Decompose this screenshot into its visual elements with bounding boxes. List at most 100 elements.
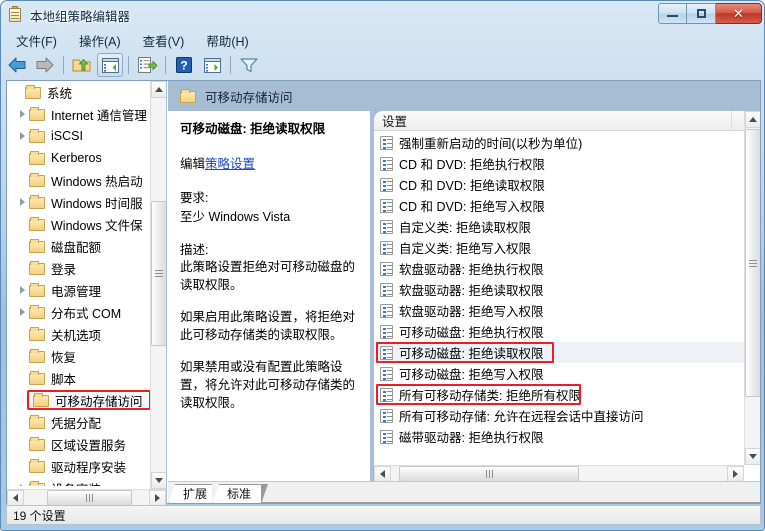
settings-list-row[interactable]: 所有可移动存储: 允许在远程会话中直接访问 — [374, 405, 744, 426]
tree-item[interactable]: 系统 — [7, 81, 151, 103]
tree-item[interactable]: 登录 — [7, 257, 151, 279]
console-tree-pane: 系统 Internet 通信管理 iSCSI Kerberos Windows 热启动 W… — [7, 81, 167, 505]
tree-scroll-thumb[interactable] — [151, 201, 166, 346]
tree-item[interactable]: 可移动存储访问 — [7, 389, 151, 411]
settings-list-row[interactable]: 可移动磁盘: 拒绝写入权限 — [374, 363, 744, 384]
settings-list-row[interactable]: CD 和 DVD: 拒绝写入权限 — [374, 195, 744, 216]
settings-list-row[interactable]: CD 和 DVD: 拒绝读取权限 — [374, 174, 744, 195]
policy-setting-icon — [380, 429, 393, 444]
settings-list-row[interactable]: 软盘驱动器: 拒绝写入权限 — [374, 300, 744, 321]
expander-triangle-icon[interactable] — [15, 125, 29, 147]
edit-prefix-label: 编辑 — [180, 157, 206, 171]
list-scroll-up-button[interactable] — [745, 111, 760, 128]
list-hscroll-thumb[interactable] — [399, 466, 579, 481]
tree-scroll-left-button[interactable] — [7, 490, 24, 505]
help-icon[interactable]: ? — [171, 53, 197, 77]
folder-icon — [29, 151, 46, 165]
tree-item[interactable]: 关机选项 — [7, 323, 151, 345]
folder-icon — [29, 261, 46, 275]
settings-list-row[interactable]: 强制重新启动的时间(以秒为单位) — [374, 132, 744, 153]
expander-triangle-icon[interactable] — [15, 301, 29, 323]
tree-scroll-right-button[interactable] — [149, 490, 166, 505]
tree-item-label: Windows 文件保 — [51, 218, 143, 233]
tree-item[interactable]: Windows 文件保 — [7, 213, 151, 235]
tree-hscroll-thumb[interactable] — [47, 490, 132, 505]
tree-item[interactable]: 电源管理 — [7, 279, 151, 301]
expander-triangle-icon[interactable] — [15, 279, 29, 301]
list-horizontal-scrollbar[interactable] — [374, 465, 744, 481]
tree-item[interactable]: 磁盘配额 — [7, 235, 151, 257]
tree-item[interactable]: 分布式 COM — [7, 301, 151, 323]
tree-item[interactable]: Kerberos — [7, 147, 151, 169]
tree-item[interactable]: iSCSI — [7, 125, 151, 147]
folder-icon — [29, 349, 46, 363]
tree-item[interactable]: 凭据分配 — [7, 411, 151, 433]
description-paragraph-3: 如果禁用或没有配置此策略设置，将允许对此可移动存储类的读取权限。 — [180, 360, 356, 410]
tab-extended[interactable]: 扩展 — [168, 484, 225, 504]
tree-item[interactable]: 驱动程序安装 — [7, 455, 151, 477]
maximize-button[interactable] — [687, 3, 716, 24]
settings-list-row-label: CD 和 DVD: 拒绝执行权限 — [399, 158, 545, 172]
extended-description-pane: 可移动磁盘: 拒绝读取权限 编辑策略设置 要求: 至少 Windows Vist… — [168, 111, 370, 481]
column-header-setting[interactable]: 设置 — [374, 111, 732, 131]
tree-item[interactable]: 区域设置服务 — [7, 433, 151, 455]
settings-list-row[interactable]: 所有可移动存储类: 拒绝所有权限 — [374, 384, 744, 405]
policy-setting-icon — [380, 324, 393, 339]
menu-file[interactable]: 文件(F) — [7, 29, 66, 52]
toolbar-separator — [63, 56, 64, 74]
export-list-icon[interactable] — [134, 53, 160, 77]
settings-list-row-label: 软盘驱动器: 拒绝写入权限 — [399, 305, 544, 319]
tree-horizontal-scrollbar[interactable] — [7, 489, 166, 505]
tree-scroll-up-button[interactable] — [151, 81, 166, 98]
policy-setting-icon — [380, 345, 393, 360]
tree-item[interactable]: Windows 时间服 — [7, 191, 151, 213]
folder-icon — [29, 239, 46, 253]
tree-scroll-down-button[interactable] — [151, 472, 166, 489]
expander-triangle-icon[interactable] — [15, 103, 29, 125]
tab-standard[interactable]: 标准 — [212, 484, 269, 504]
tree-vertical-scrollbar[interactable] — [150, 81, 166, 489]
up-folder-icon[interactable] — [69, 53, 95, 77]
policy-setting-icon — [380, 219, 393, 234]
policy-setting-link[interactable]: 策略设置 — [205, 157, 255, 171]
expander-triangle-icon[interactable] — [15, 191, 29, 213]
menu-action[interactable]: 操作(A) — [70, 29, 130, 52]
tree-item[interactable]: Internet 通信管理 — [7, 103, 151, 125]
toolbar: ? — [3, 51, 764, 79]
show-tree-icon[interactable] — [97, 53, 123, 77]
policy-setting-icon — [380, 240, 393, 255]
settings-list-row[interactable]: CD 和 DVD: 拒绝执行权限 — [374, 153, 744, 174]
tree-item[interactable]: Windows 热启动 — [7, 169, 151, 191]
settings-list-row-label: 自定义类: 拒绝写入权限 — [399, 242, 531, 256]
settings-list-row[interactable]: 软盘驱动器: 拒绝执行权限 — [374, 258, 744, 279]
settings-list-row[interactable]: 软盘驱动器: 拒绝读取权限 — [374, 279, 744, 300]
expander-placeholder — [15, 433, 29, 455]
settings-list-row[interactable]: 磁带驱动器: 拒绝执行权限 — [374, 426, 744, 447]
list-scroll-thumb[interactable] — [745, 129, 760, 397]
tree-item[interactable]: 恢复 — [7, 345, 151, 367]
settings-list-row[interactable]: 可移动磁盘: 拒绝执行权限 — [374, 321, 744, 342]
list-scroll-right-button[interactable] — [727, 466, 744, 481]
settings-list-row[interactable]: 自定义类: 拒绝读取权限 — [374, 216, 744, 237]
close-button[interactable]: ✕ — [716, 3, 762, 24]
show-details-icon[interactable] — [199, 53, 225, 77]
list-scroll-down-button[interactable] — [745, 448, 760, 465]
tree-item-label: Internet 通信管理 — [51, 108, 147, 123]
settings-list-row-label: 可移动磁盘: 拒绝执行权限 — [399, 326, 544, 340]
minimize-button[interactable] — [658, 3, 687, 24]
settings-list-row[interactable]: 自定义类: 拒绝写入权限 — [374, 237, 744, 258]
list-scroll-left-button[interactable] — [374, 466, 391, 481]
tree-item-label: 恢复 — [51, 350, 77, 365]
list-vertical-scrollbar[interactable] — [744, 111, 760, 465]
policy-setting-icon — [380, 408, 393, 423]
tree-item[interactable]: 设备安装 — [7, 477, 151, 486]
menu-help[interactable]: 帮助(H) — [197, 29, 257, 52]
settings-list-row-label: CD 和 DVD: 拒绝写入权限 — [399, 200, 545, 214]
settings-list-row[interactable]: 可移动磁盘: 拒绝读取权限 — [374, 342, 744, 363]
filter-icon[interactable] — [236, 53, 262, 77]
forward-icon[interactable] — [32, 53, 58, 77]
expander-triangle-icon[interactable] — [15, 477, 29, 486]
tree-item[interactable]: 脚本 — [7, 367, 151, 389]
back-icon[interactable] — [4, 53, 30, 77]
menu-view[interactable]: 查看(V) — [134, 29, 194, 52]
